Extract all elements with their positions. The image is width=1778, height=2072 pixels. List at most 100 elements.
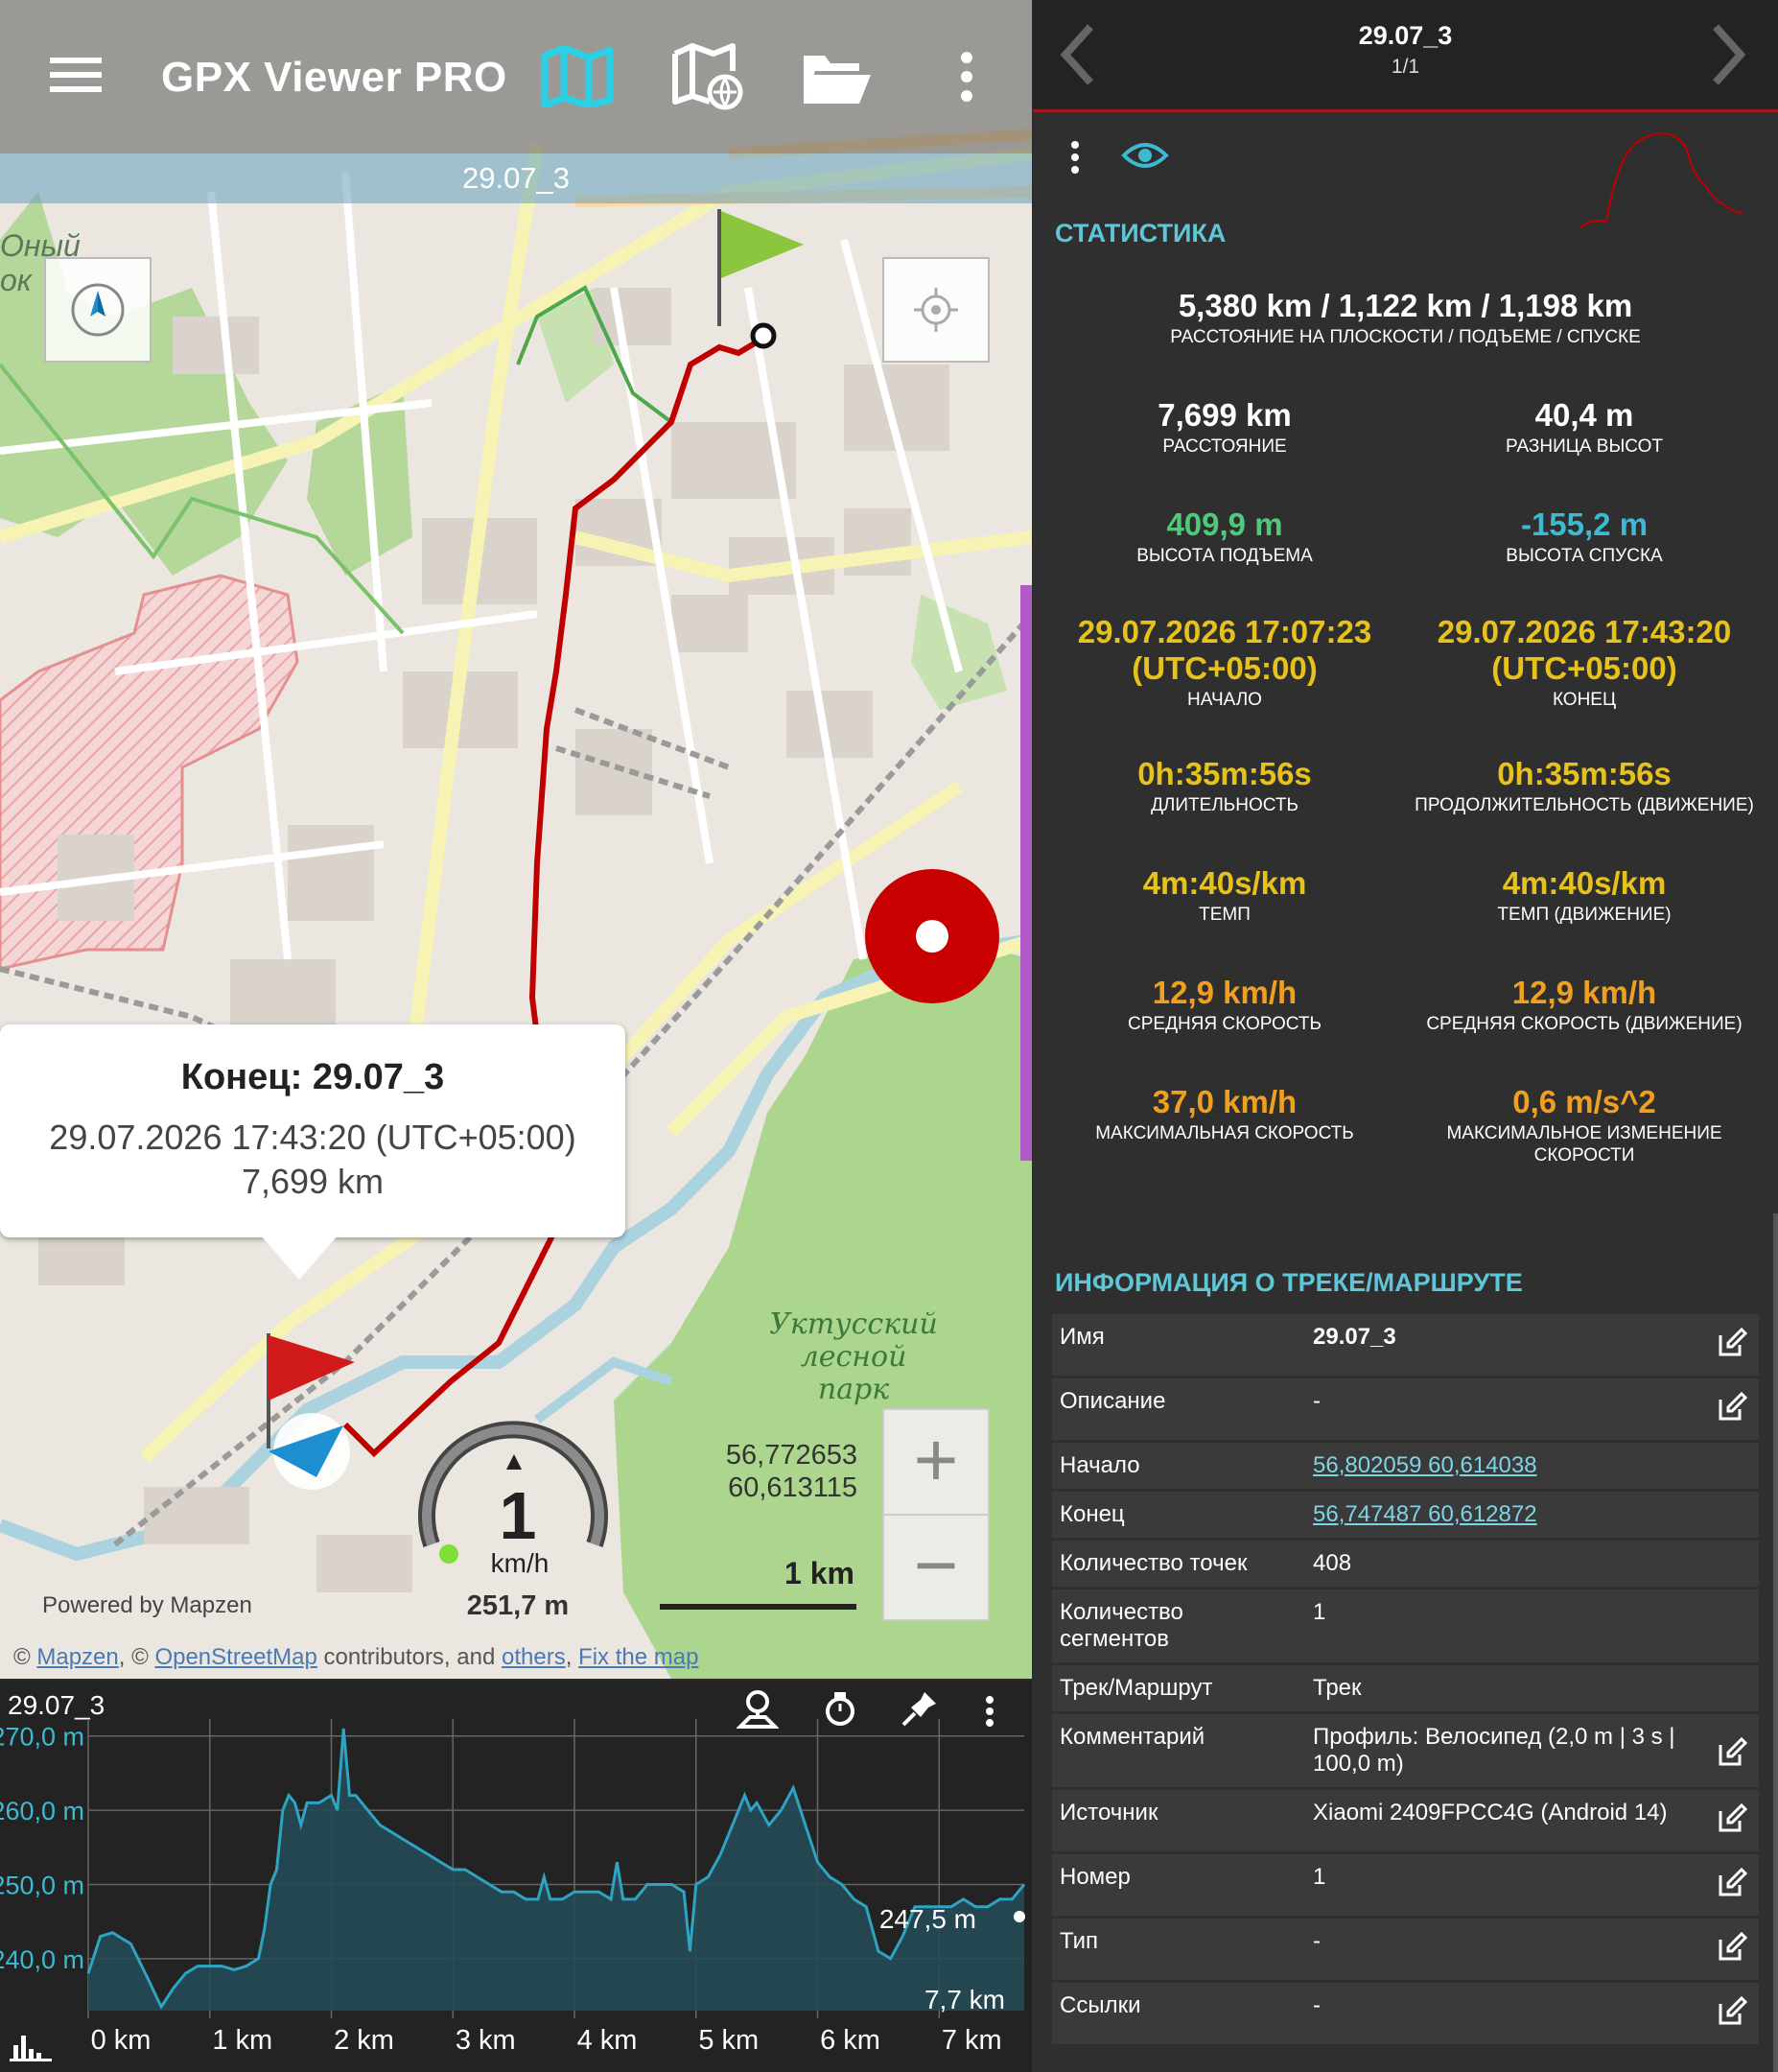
info-value: Трек (1313, 1675, 1362, 1701)
stat-value: -155,2 m (1520, 506, 1649, 542)
info-row-segments: Количество сегментов 1 (1052, 1589, 1759, 1662)
current-distance-label: 7,7 km (924, 1985, 1005, 2014)
stat-value: 12,9 km/h (1152, 975, 1298, 1010)
app-title: GPX Viewer PRO (161, 54, 507, 101)
map-view[interactable]: GPX Viewer PRO 29.07_3 Оный ок Конец: 29… (0, 0, 1032, 1679)
chart-bars-icon[interactable] (10, 2036, 52, 2061)
y-tick-label: 250,0 m (0, 1871, 84, 1899)
info-row-type-track: Трек/Маршрут Трек (1052, 1665, 1759, 1711)
info-header: ИНФОРМАЦИЯ О ТРЕКЕ/МАРШРУТЕ (1055, 1268, 1523, 1297)
info-row-links: Ссылки - (1052, 1983, 1759, 2044)
stat-avg-speed: 12,9 km/h СРЕДНЯЯ СКОРОСТЬ (1062, 975, 1388, 1035)
map-attribution: © Mapzen, © OpenStreetMap contributors, … (13, 1644, 698, 1671)
visibility-eye-icon[interactable] (1121, 138, 1169, 177)
edit-icon[interactable] (1717, 1802, 1748, 1839)
x-tick-label: 4 km (577, 2025, 638, 2056)
info-key: Тип (1060, 1928, 1099, 1954)
map-canvas[interactable] (0, 0, 1032, 1679)
menu-icon[interactable] (50, 56, 102, 99)
edit-icon[interactable] (1717, 1736, 1748, 1773)
y-tick-label: 240,0 m (0, 1945, 84, 1974)
info-row-type: Тип - (1052, 1919, 1759, 1980)
edit-icon[interactable] (1717, 1867, 1748, 1903)
edit-icon[interactable] (1717, 1391, 1748, 1427)
next-track-icon[interactable] (1710, 21, 1748, 93)
end-date: 29.07.2026 17:43:20 (1437, 614, 1732, 649)
info-value: 1 (1313, 1599, 1326, 1625)
start-coords-link[interactable]: 56,802059 60,614038 (1313, 1452, 1696, 1479)
popup-tail (261, 1236, 338, 1280)
stats-more-icon[interactable] (1069, 140, 1081, 179)
stat-value: 0h:35m:56s (1497, 756, 1672, 791)
speed-unit: km/h (490, 1548, 550, 1578)
x-tick-label: 3 km (456, 2025, 516, 2056)
osm-link[interactable]: OpenStreetMap (154, 1644, 316, 1670)
crosshair-icon (914, 288, 958, 332)
coordinates-readout: 56,772653 60,613115 (710, 1439, 857, 1504)
park-label: Уктусский лесной парк (767, 1308, 940, 1406)
edit-icon[interactable] (1717, 1931, 1748, 1967)
info-row-description: Описание - (1052, 1378, 1759, 1440)
stats-panel: 29.07_3 1/1 СТАТИСТИКА 5,380 km / 1,122 … (1033, 0, 1778, 2072)
folder-icon[interactable] (800, 48, 873, 112)
stat-summary: 5,380 km / 1,122 km / 1,198 km РАССТОЯНИ… (1033, 288, 1778, 348)
info-row-comment: Комментарий Профиль: Велосипед (2,0 m | … (1052, 1714, 1759, 1787)
x-tick-label: 6 km (820, 2025, 880, 2056)
info-row-number: Номер 1 (1052, 1854, 1759, 1916)
more-menu-icon[interactable] (959, 52, 974, 106)
info-value: - (1313, 1388, 1321, 1414)
x-tick-label: 0 km (91, 2025, 152, 2056)
stat-summary-label: РАССТОЯНИЕ НА ПЛОСКОСТИ / ПОДЪЕМЕ / СПУС… (1170, 327, 1641, 347)
end-tz: (UTC+05:00) (1491, 650, 1677, 686)
attrib-prefix: © (13, 1644, 37, 1670)
start-date: 29.07.2026 17:07:23 (1077, 614, 1372, 649)
powered-by: Powered by Mapzen (42, 1592, 252, 1618)
fix-map-link[interactable]: Fix the map (578, 1644, 698, 1670)
info-row-source: Источник Xiaomi 2409FPCC4G (Android 14) (1052, 1790, 1759, 1851)
online-map-icon[interactable] (671, 42, 748, 116)
end-coords-link[interactable]: 56,747487 60,612872 (1313, 1501, 1696, 1528)
others-link[interactable]: others (502, 1644, 566, 1670)
info-key: Имя (1060, 1324, 1105, 1350)
stat-start: 29.07.2026 17:07:23 (UTC+05:00) НАЧАЛО (1052, 614, 1397, 711)
stat-value: 0,6 m/s^2 (1512, 1084, 1656, 1119)
edit-icon[interactable] (1717, 1995, 1748, 2032)
stat-label: КОНЕЦ (1552, 690, 1617, 710)
info-key: Количество точек (1060, 1550, 1248, 1576)
compass-button[interactable] (44, 257, 152, 363)
stat-value: 29.07.2026 17:07:23 (UTC+05:00) (1052, 614, 1397, 687)
info-value: - (1313, 1928, 1321, 1954)
x-tick-label: 5 km (698, 2025, 759, 2056)
stat-moving-duration: 0h:35m:56s ПРОДОЛЖИТЕЛЬНОСТЬ (ДВИЖЕНИЕ) (1402, 756, 1766, 816)
edit-icon[interactable] (1717, 1327, 1748, 1363)
info-key: Источник (1060, 1800, 1158, 1825)
popup-title: Конец: 29.07_3 (180, 1057, 445, 1097)
locate-button[interactable] (882, 257, 990, 363)
park-label-line-1: Уктусский (769, 1307, 938, 1341)
stat-label: СРЕДНЯЯ СКОРОСТЬ (1128, 1014, 1322, 1034)
scrollbar[interactable] (1773, 1213, 1778, 2072)
elevation-chart[interactable]: 270,0 m 260,0 m 250,0 m 240,0 m 0 km 1 km 2 k… (0, 1681, 1032, 2072)
y-tick-label: 270,0 m (0, 1723, 84, 1752)
track-title: 29.07_3 (1358, 21, 1453, 50)
info-key: Начало (1060, 1452, 1140, 1478)
map-icon[interactable] (541, 44, 614, 112)
stat-elevation-diff: 40,4 m РАЗНИЦА ВЫСОТ (1416, 397, 1752, 458)
stat-descent: -155,2 m ВЫСОТА СПУСКА (1416, 506, 1752, 567)
current-elevation-label: 247,5 m (879, 1904, 976, 1934)
zoom-in-button[interactable]: + (884, 1410, 988, 1514)
zoom-out-button[interactable]: − (884, 1514, 988, 1619)
y-tick-label: 260,0 m (0, 1797, 84, 1825)
scale-bar (660, 1604, 856, 1610)
zoom-controls: + − (882, 1408, 990, 1621)
stat-label: РАССТОЯНИЕ (1162, 436, 1287, 457)
stat-label: ТЕМП (1199, 905, 1251, 925)
stat-value: 4m:40s/km (1142, 865, 1307, 901)
end-point-popup[interactable]: Конец: 29.07_3 29.07.2026 17:43:20 (UTC+… (0, 1024, 625, 1237)
track-counter: 1/1 (1391, 56, 1420, 78)
info-key: Трек/Маршрут (1060, 1675, 1213, 1701)
popup-time: 29.07.2026 17:43:20 (UTC+05:00) (49, 1118, 576, 1157)
stat-value: 37,0 km/h (1152, 1084, 1298, 1119)
track-preview-icon (1574, 130, 1746, 241)
mapzen-link[interactable]: Mapzen (36, 1644, 118, 1670)
